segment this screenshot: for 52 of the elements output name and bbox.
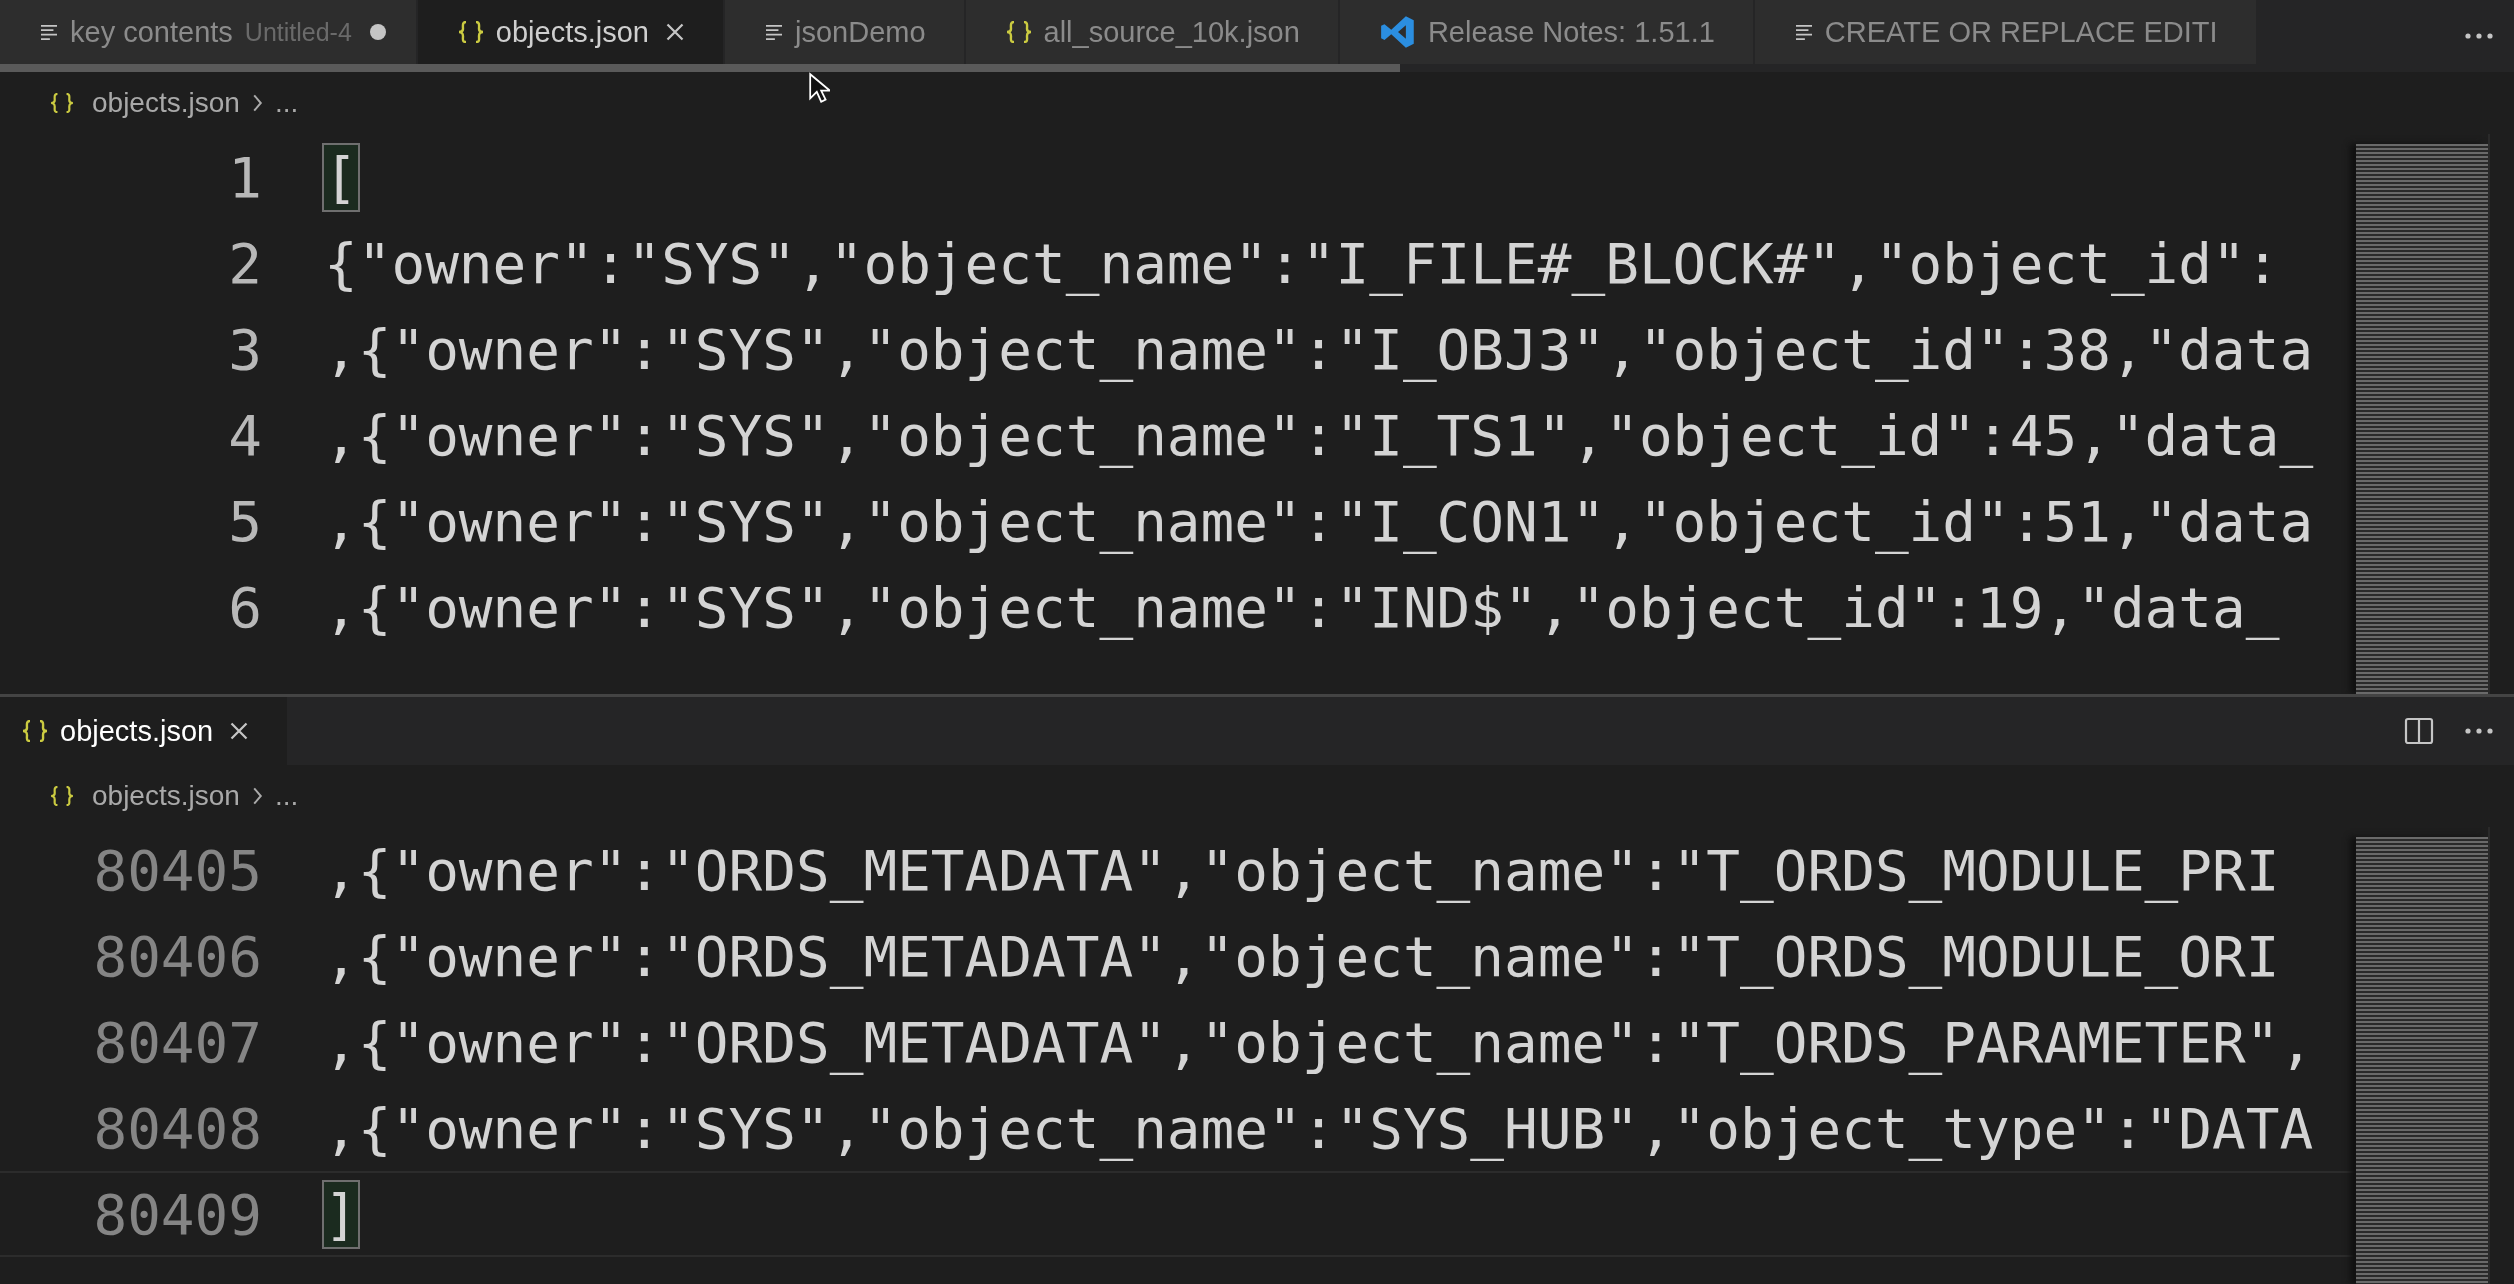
braces-icon	[50, 93, 74, 113]
line-number: 80408	[92, 1095, 262, 1161]
code-line: {"owner":"SYS","object_name":"I_FILE#_BLOCK#","object_id":	[324, 230, 2280, 296]
text-lines-icon	[1794, 24, 1813, 40]
text-lines-icon	[40, 24, 58, 40]
code-line: ,{"owner":"SYS","object_name":"I_OBJ3","object_id":38,"data	[324, 316, 2314, 382]
line-number: 6	[227, 574, 262, 640]
minimap-drawing[interactable]	[2356, 144, 2488, 694]
code-line: ,{"owner":"SYS","object_name":"IND$","object_id":19,"data_	[324, 574, 2280, 640]
text-lines-icon	[765, 24, 783, 40]
breadcrumb-item[interactable]: ...	[274, 87, 299, 119]
braces-icon	[457, 21, 484, 43]
code-line: ,{"owner":"ORDS_METADATA","object_name":"T_ORDS_MODULE_PRI	[324, 837, 2280, 903]
scrollbar[interactable]	[0, 64, 1400, 72]
more-actions-icon[interactable]	[2464, 727, 2494, 735]
line-number: 2	[227, 230, 262, 296]
line-number: 80409	[92, 1181, 262, 1247]
breadcrumb-item[interactable]: ...	[274, 780, 299, 812]
editor-tab[interactable]: objects.json	[417, 0, 725, 64]
code-line: ,{"owner":"SYS","object_name":"I_TS1","object_id":45,"data_	[324, 402, 2314, 468]
code-line: ,{"owner":"ORDS_METADATA","object_name":"T_ORDS_MODULE_ORI	[324, 923, 2280, 989]
chevron-right-icon	[251, 94, 263, 112]
line-number: 80405	[92, 837, 262, 903]
close-icon[interactable]	[665, 22, 685, 42]
unsaved-dot-icon	[369, 24, 386, 40]
code-line: ,{"owner":"SYS","object_name":"I_CON1","object_id":51,"data	[324, 488, 2314, 554]
more-actions-icon[interactable]	[2464, 32, 2494, 40]
editor-tab[interactable]: jsonDemo	[725, 0, 966, 64]
code-line: ,{"owner":"SYS","object_name":"SYS_HUB","object_type":"DATA	[324, 1095, 2314, 1161]
braces-icon	[50, 786, 74, 806]
line-number: 4	[227, 402, 262, 468]
editor-tab[interactable]: objects.json	[0, 697, 290, 765]
breadcrumb-item[interactable]: objects.json	[92, 780, 240, 812]
editor-tab[interactable]: all_source_10k.json	[965, 0, 1340, 64]
chevron-right-icon	[251, 787, 263, 805]
minimap-drawing[interactable]	[2356, 837, 2488, 1284]
editor-tab[interactable]: CREATE OR REPLACE EDITI	[1754, 0, 2258, 64]
split-editor-icon[interactable]	[2404, 716, 2434, 746]
code-line: ,{"owner":"ORDS_METADATA","object_name":"T_ORDS_PARAMETER",	[324, 1009, 2314, 1075]
close-icon[interactable]	[229, 721, 250, 741]
line-number: 80406	[92, 923, 262, 989]
editor-tab[interactable]: key contents Untitled-4	[0, 0, 418, 64]
braces-icon	[22, 720, 48, 742]
line-number: 3	[227, 316, 262, 382]
editor-tab[interactable]: Release Notes: 1.51.1	[1339, 0, 1755, 64]
line-number: 80407	[92, 1009, 262, 1075]
braces-icon	[1005, 21, 1032, 43]
pointer-icon	[808, 72, 830, 105]
vscode-logo-icon	[1379, 14, 1416, 50]
line-number: 1	[227, 144, 262, 210]
line-number: 5	[227, 488, 262, 554]
breadcrumb-item[interactable]: objects.json	[92, 87, 240, 119]
